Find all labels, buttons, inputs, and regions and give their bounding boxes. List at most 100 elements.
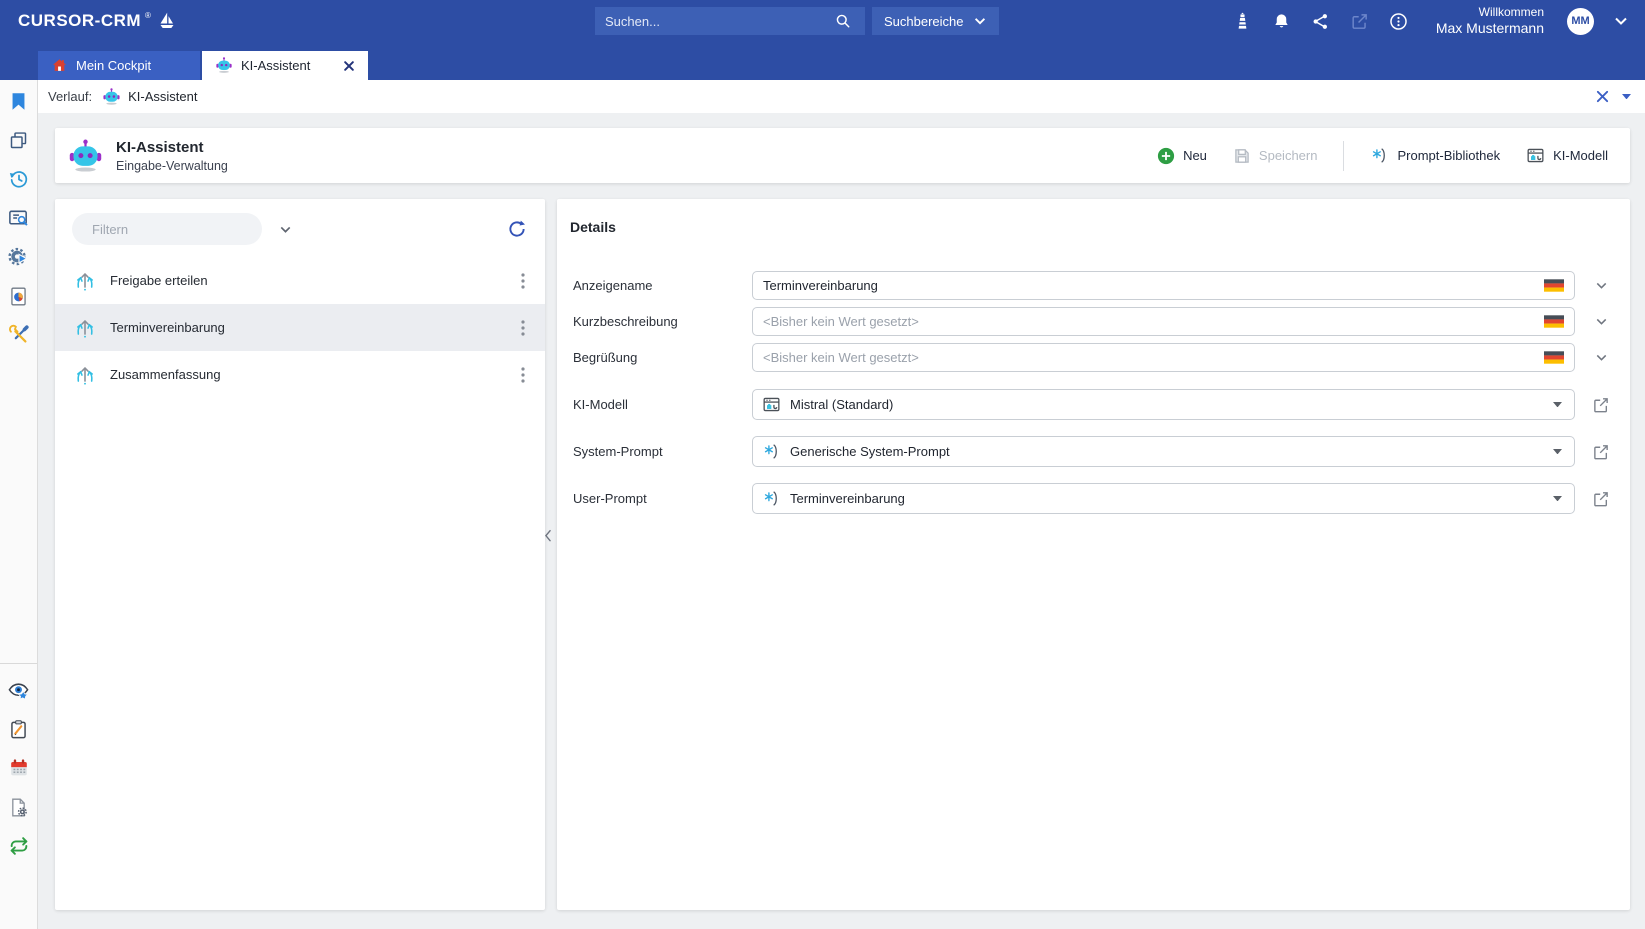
share-icon[interactable] [1309, 9, 1333, 33]
kurzbeschreibung-field[interactable] [752, 307, 1575, 336]
refresh-icon[interactable] [507, 219, 527, 239]
windows-copy-icon[interactable] [6, 128, 32, 152]
report-document-icon[interactable] [6, 284, 32, 308]
search-icon[interactable] [831, 9, 855, 33]
lighthouse-icon[interactable] [1231, 9, 1255, 33]
tools-icon[interactable] [6, 323, 32, 347]
system-prompt-value: Generische System-Prompt [790, 444, 1553, 459]
house-icon [51, 57, 68, 74]
dropdown-caret-icon [1553, 496, 1562, 501]
sailboat-icon [155, 9, 179, 33]
list-item-terminvereinbarung[interactable]: Terminvereinbarung [55, 304, 545, 351]
filter-row [55, 199, 545, 257]
system-prompt-dropdown[interactable]: Generische System-Prompt [752, 436, 1575, 467]
user-prompt-row: User-Prompt Terminvereinbarung [570, 483, 1630, 514]
content-area: KI-Assistent Eingabe-Verwaltung Neu Spei… [38, 113, 1645, 929]
language-expand-chevron-icon[interactable] [1594, 278, 1609, 293]
record-search-icon[interactable] [6, 206, 32, 230]
plus-circle-icon [1157, 147, 1175, 165]
search-input[interactable] [605, 14, 831, 29]
sync-repeat-icon[interactable] [6, 834, 32, 858]
floppy-save-icon [1233, 147, 1251, 165]
global-search-box[interactable] [595, 7, 865, 35]
item-menu-icon[interactable] [517, 316, 529, 340]
search-scope-button[interactable]: Suchbereiche [872, 7, 999, 35]
kurzbeschreibung-input[interactable] [763, 314, 1536, 329]
topbar: CURSOR-CRM ® Suchbereiche [0, 0, 1645, 42]
app-logo-text: CURSOR-CRM [18, 11, 141, 31]
item-menu-icon[interactable] [517, 269, 529, 293]
ki-modell-label: KI-Modell [570, 397, 752, 412]
sidebar-divider [0, 663, 37, 664]
begruessung-row: Begrüßung [570, 343, 1630, 372]
filter-input[interactable] [72, 213, 262, 245]
open-record-icon[interactable] [1592, 490, 1610, 508]
german-flag-icon [1544, 351, 1564, 364]
welcome-text: Willkommen Max Mustermann [1436, 5, 1544, 38]
language-expand-chevron-icon[interactable] [1594, 350, 1609, 365]
robot-icon [215, 57, 233, 73]
prompt-icon [1370, 146, 1389, 165]
kurzbeschreibung-label: Kurzbeschreibung [570, 314, 752, 329]
user-menu-chevron-icon[interactable] [1609, 9, 1633, 33]
begruessung-label: Begrüßung [570, 350, 752, 365]
list-item-zusammenfassung[interactable]: Zusammenfassung [55, 351, 545, 398]
registered-mark: ® [145, 11, 151, 20]
dropdown-caret-icon [1553, 402, 1562, 407]
more-options-icon[interactable] [1387, 9, 1411, 33]
new-button[interactable]: Neu [1157, 147, 1207, 165]
prompt-library-button[interactable]: Prompt-Bibliothek [1370, 146, 1500, 165]
history-clock-icon[interactable] [6, 167, 32, 191]
anzeigename-input[interactable] [763, 278, 1536, 293]
open-external-icon[interactable] [1348, 9, 1372, 33]
details-heading: Details [570, 219, 1630, 235]
list-item-label: Freigabe erteilen [110, 273, 208, 288]
view-options-caret-icon[interactable] [1622, 94, 1631, 99]
item-menu-icon[interactable] [517, 363, 529, 387]
anzeigename-label: Anzeigename [570, 278, 752, 293]
tab-close-icon[interactable] [343, 60, 355, 72]
open-record-icon[interactable] [1592, 396, 1610, 414]
chevron-down-icon [973, 14, 987, 28]
document-settings-icon[interactable] [6, 795, 32, 819]
arrows-up-icon [72, 315, 98, 341]
clipboard-edit-icon[interactable] [6, 717, 32, 741]
app-logo: CURSOR-CRM ® [18, 9, 179, 33]
save-button[interactable]: Speichern [1233, 147, 1318, 165]
notifications-bell-icon[interactable] [1270, 9, 1294, 33]
begruessung-field[interactable] [752, 343, 1575, 372]
anzeigename-row: Anzeigename [570, 271, 1630, 300]
tab-mein-cockpit[interactable]: Mein Cockpit [38, 51, 200, 80]
ki-modell-dropdown[interactable]: Mistral (Standard) [752, 389, 1575, 420]
filter-text-input[interactable] [92, 222, 268, 237]
history-label: Verlauf: [48, 89, 92, 104]
process-settings-icon[interactable] [6, 245, 32, 269]
open-record-icon[interactable] [1592, 443, 1610, 461]
user-prompt-dropdown[interactable]: Terminvereinbarung [752, 483, 1575, 514]
left-sidebar [0, 80, 38, 929]
german-flag-icon [1544, 279, 1564, 292]
language-expand-chevron-icon[interactable] [1594, 314, 1609, 329]
arrows-up-icon [72, 268, 98, 294]
watch-favorite-icon[interactable] [6, 678, 32, 702]
calendar-icon[interactable] [6, 756, 32, 780]
list-item-label: Zusammenfassung [110, 367, 221, 382]
details-form: Anzeigename [570, 271, 1630, 514]
filter-options-chevron-icon[interactable] [278, 222, 293, 237]
avatar[interactable]: MM [1567, 8, 1594, 35]
tab-ki-assistent[interactable]: KI-Assistent [202, 51, 368, 80]
anzeigename-field[interactable] [752, 271, 1575, 300]
german-flag-icon [1544, 315, 1564, 328]
page-title: KI-Assistent [116, 139, 228, 156]
list-item-freigabe-erteilen[interactable]: Freigabe erteilen [55, 257, 545, 304]
prompt-library-label: Prompt-Bibliothek [1397, 148, 1500, 163]
history-item-ki-assistent[interactable]: KI-Assistent [102, 88, 197, 105]
bookmark-icon[interactable] [6, 89, 32, 113]
actions-divider [1343, 141, 1344, 171]
save-button-label: Speichern [1259, 148, 1318, 163]
close-view-icon[interactable] [1595, 89, 1610, 104]
search-scope-label: Suchbereiche [884, 14, 964, 29]
ki-model-button[interactable]: KI-Modell [1526, 146, 1608, 165]
collapse-panel-icon[interactable] [541, 525, 555, 547]
begruessung-input[interactable] [763, 350, 1536, 365]
